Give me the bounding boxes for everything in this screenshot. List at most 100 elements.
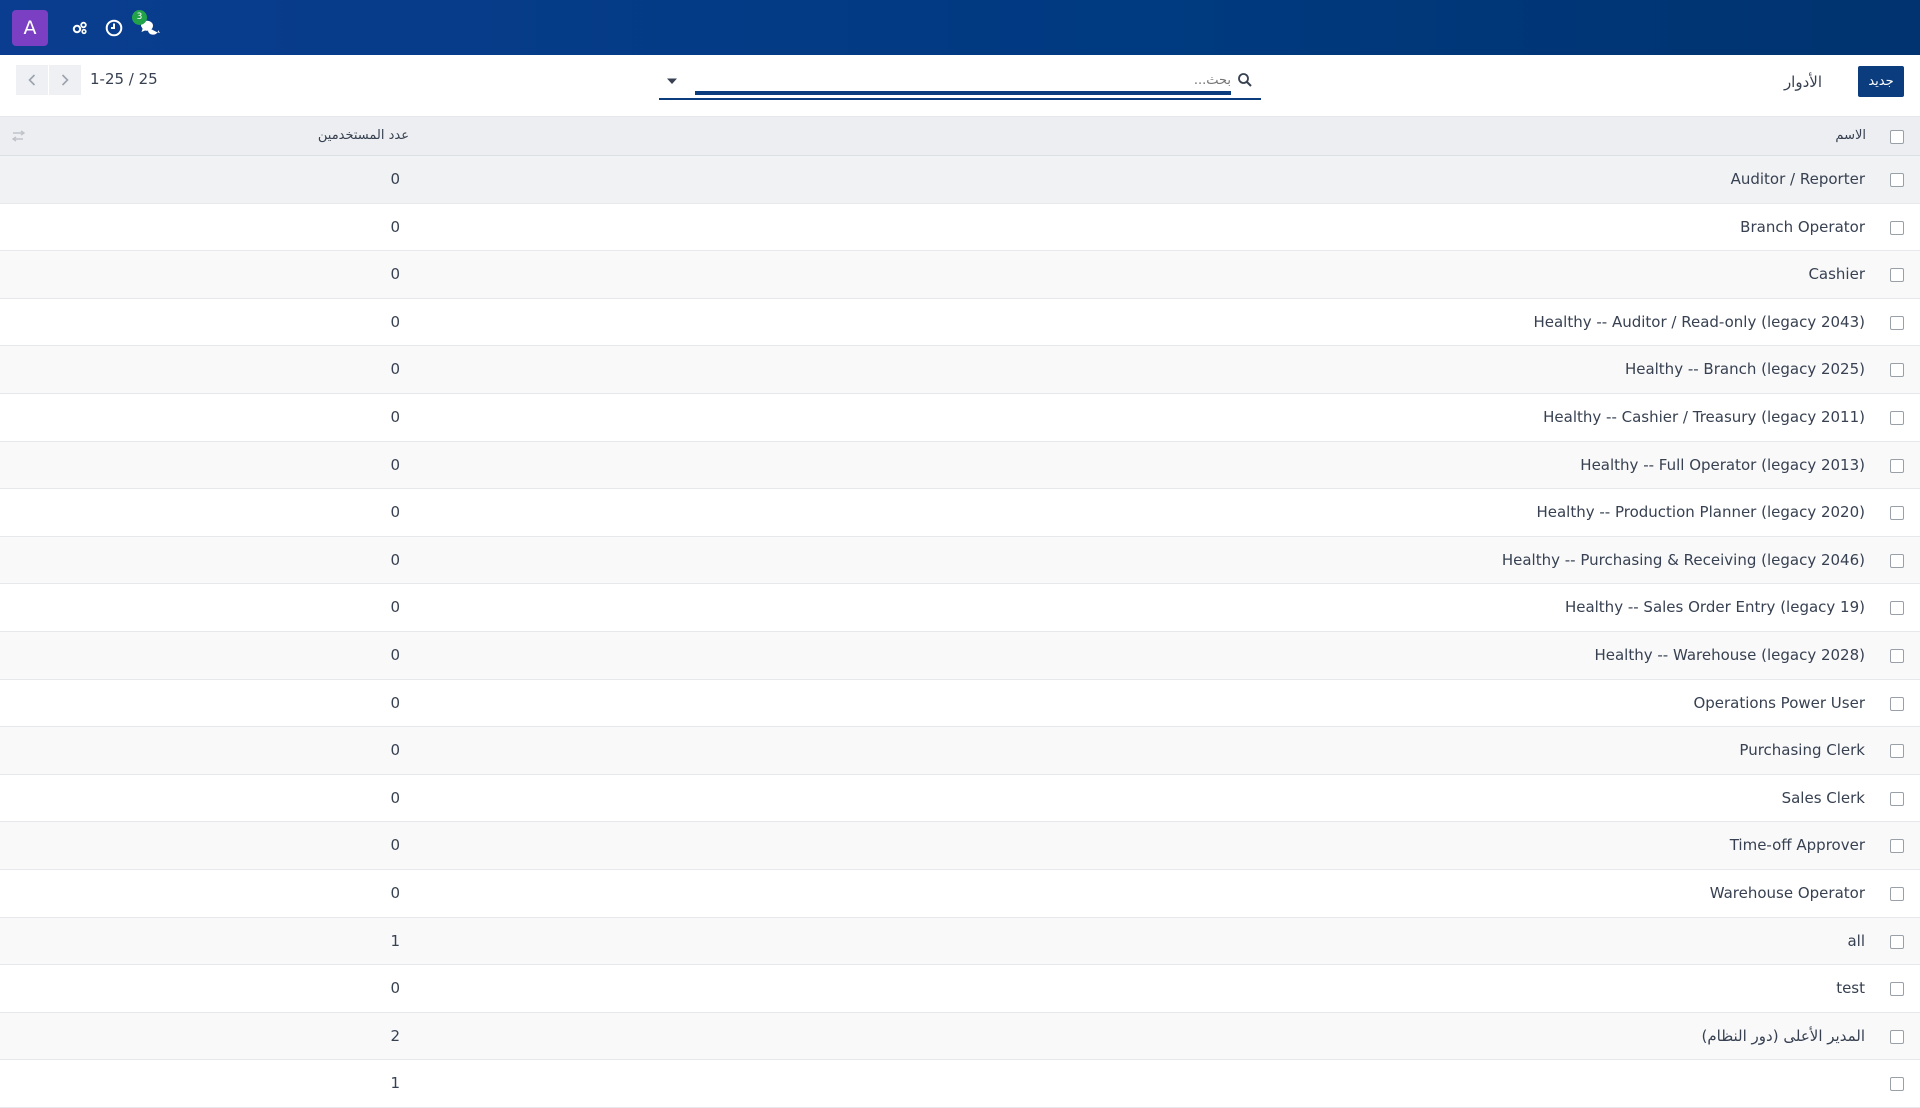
table-row[interactable]: Auditor / Reporter 0	[0, 156, 1920, 204]
row-checkbox[interactable]	[1890, 553, 1904, 568]
breadcrumb: الأدوار	[1783, 73, 1822, 91]
role-name: test	[1836, 979, 1865, 998]
search-bar	[659, 65, 1261, 100]
user-count: 0	[390, 217, 400, 236]
chat-icon[interactable]: 3	[132, 9, 162, 38]
search-input-underline	[695, 91, 1231, 95]
table-row[interactable]: Healthy -- Sales Order Entry (legacy 19)…	[0, 584, 1920, 632]
row-checkbox[interactable]	[1890, 648, 1904, 663]
table-row[interactable]: Warehouse Operator 0	[0, 869, 1920, 918]
chevron-right-icon	[61, 74, 69, 86]
row-checkbox[interactable]	[1890, 696, 1904, 711]
role-name: Time-off Approver	[1729, 836, 1865, 855]
role-name: Purchasing Clerk	[1739, 741, 1865, 760]
row-checkbox[interactable]	[1890, 506, 1904, 521]
table-row[interactable]: Healthy -- Auditor / Read-only (legacy 2…	[0, 298, 1920, 347]
row-checkbox[interactable]	[1890, 363, 1904, 378]
table-row[interactable]: Sales Clerk 0	[0, 774, 1920, 823]
user-count: 0	[390, 170, 400, 188]
row-checkbox[interactable]	[1890, 410, 1904, 425]
row-checkbox[interactable]	[1890, 268, 1904, 283]
table-row[interactable]: test 0	[0, 965, 1920, 1013]
role-name: Healthy -- Warehouse (legacy 2028)	[1594, 645, 1865, 664]
user-count: 0	[390, 265, 400, 284]
row-checkbox[interactable]	[1890, 744, 1904, 759]
pager-previous-button[interactable]	[16, 65, 48, 95]
role-name: Healthy -- Cashier / Treasury (legacy 20…	[1543, 407, 1865, 426]
table-row[interactable]: Cashier 0	[0, 251, 1920, 299]
row-checkbox[interactable]	[1890, 458, 1904, 473]
search-icon[interactable]	[1237, 72, 1253, 88]
table-body: Auditor / Reporter 0 Branch Operator 0 Cashi…	[0, 156, 1920, 1108]
role-name: Healthy -- Production Planner (legacy 20…	[1536, 503, 1865, 522]
user-count: 0	[390, 741, 400, 760]
table-row[interactable]: Time-off Approver 0	[0, 822, 1920, 870]
settings-gears-icon[interactable]	[70, 18, 90, 38]
column-header-user-count[interactable]: عدد المستخدمين	[318, 128, 409, 143]
row-checkbox[interactable]	[1890, 1077, 1904, 1092]
role-name: Healthy -- Auditor / Read-only (legacy 2…	[1533, 312, 1865, 331]
table-header: الاسم عدد المستخدمين	[0, 117, 1920, 156]
optional-columns-toggle-icon[interactable]	[12, 130, 26, 142]
new-button[interactable]: جديد	[1858, 66, 1904, 97]
user-count: 0	[390, 693, 400, 712]
role-name: Healthy -- Full Operator (legacy 2013)	[1580, 455, 1865, 474]
column-header-name[interactable]: الاسم	[1835, 128, 1866, 143]
row-checkbox[interactable]	[1890, 934, 1904, 949]
chevron-left-icon	[28, 74, 36, 86]
role-name: all	[1847, 931, 1865, 950]
user-count: 0	[390, 455, 400, 474]
pager-value[interactable]: 1-25 / 25	[90, 70, 158, 88]
role-name: Auditor / Reporter	[1730, 170, 1865, 188]
role-name: Healthy -- Purchasing & Receiving (legac…	[1501, 550, 1865, 569]
user-count: 0	[390, 407, 400, 426]
row-checkbox[interactable]	[1890, 315, 1904, 330]
row-checkbox[interactable]	[1890, 791, 1904, 806]
role-name: المدير الأعلى (دور النظام)	[1701, 1026, 1865, 1045]
role-name: Branch Operator	[1740, 217, 1865, 236]
table-row[interactable]: Healthy -- Warehouse (legacy 2028) 0	[0, 631, 1920, 680]
table-row[interactable]: all 1	[0, 917, 1920, 966]
user-count: 0	[390, 598, 400, 617]
user-count: 0	[390, 883, 400, 902]
role-name: Operations Power User	[1693, 693, 1865, 712]
user-count: 1	[390, 1074, 400, 1093]
chat-count-badge: 3	[132, 9, 147, 25]
role-name: Cashier	[1808, 265, 1865, 284]
user-count: 1	[390, 931, 400, 950]
row-checkbox[interactable]	[1890, 886, 1904, 901]
role-name: Sales Clerk	[1781, 788, 1865, 807]
role-name: Healthy -- Sales Order Entry (legacy 19)	[1564, 598, 1865, 617]
select-all-checkbox[interactable]	[1890, 130, 1904, 144]
pager-next-button[interactable]	[49, 65, 81, 95]
search-options-dropdown-icon[interactable]	[665, 74, 679, 88]
user-count: 0	[390, 360, 400, 379]
app-avatar[interactable]: A	[12, 9, 48, 46]
table-row[interactable]: Healthy -- Cashier / Treasury (legacy 20…	[0, 393, 1920, 442]
role-name: Warehouse Operator	[1709, 883, 1865, 902]
row-checkbox[interactable]	[1890, 601, 1904, 616]
pager-buttons	[16, 65, 81, 95]
table-row[interactable]: Branch Operator 0	[0, 203, 1920, 252]
user-count: 0	[390, 645, 400, 664]
role-name: Healthy -- Branch (legacy 2025)	[1624, 360, 1865, 379]
clock-icon[interactable]	[104, 18, 124, 38]
control-panel: 1-25 / 25 الأدوار جديد	[0, 55, 1920, 117]
table-row[interactable]: Healthy -- Branch (legacy 2025) 0	[0, 346, 1920, 394]
table-row[interactable]: Healthy -- Production Planner (legacy 20…	[0, 489, 1920, 537]
table-row[interactable]: المدير الأعلى (دور النظام) 2	[0, 1012, 1920, 1061]
row-checkbox[interactable]	[1890, 839, 1904, 854]
row-checkbox[interactable]	[1890, 173, 1904, 187]
table-row[interactable]: 1	[0, 1060, 1920, 1108]
row-checkbox[interactable]	[1890, 220, 1904, 235]
row-checkbox[interactable]	[1890, 982, 1904, 997]
table-row[interactable]: Operations Power User 0	[0, 679, 1920, 728]
row-checkbox[interactable]	[1890, 1029, 1904, 1044]
table-row[interactable]: Purchasing Clerk 0	[0, 727, 1920, 775]
user-count: 0	[390, 836, 400, 855]
user-count: 0	[390, 312, 400, 331]
user-count: 0	[390, 979, 400, 998]
table-row[interactable]: Healthy -- Full Operator (legacy 2013) 0	[0, 441, 1920, 490]
table-row[interactable]: Healthy -- Purchasing & Receiving (legac…	[0, 536, 1920, 585]
user-count: 0	[390, 550, 400, 569]
